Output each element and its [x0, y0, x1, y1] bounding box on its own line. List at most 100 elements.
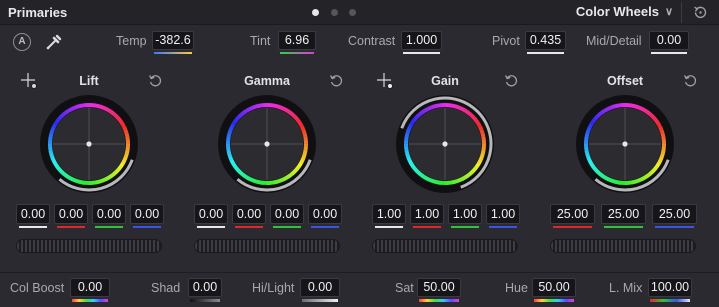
- lift-master-wheel[interactable]: [16, 239, 162, 253]
- wheel-hue-segment: [460, 176, 466, 182]
- wheel-hue-segment: [418, 172, 424, 178]
- wheel-hue-segment: [448, 103, 453, 108]
- lift-g-field[interactable]: 0.00: [92, 204, 126, 228]
- reset-icon[interactable]: [682, 72, 698, 88]
- r-channel-bar: [413, 226, 441, 228]
- wheel-hue-segment: [614, 179, 619, 185]
- wheel-hue-segment: [240, 110, 247, 116]
- reset-icon[interactable]: [147, 72, 163, 88]
- wheel-hue-segment: [120, 159, 127, 165]
- wheel-hue-segment: [457, 105, 463, 111]
- white-balance-picker-icon[interactable]: [44, 32, 64, 52]
- wheel-hue-segment: [584, 133, 590, 138]
- shad-field[interactable]: 0.00: [188, 278, 222, 297]
- wheel-hue-segment: [53, 120, 59, 126]
- gain-g-field[interactable]: 1.00: [448, 204, 482, 228]
- wheel-hue-segment: [276, 178, 282, 184]
- wheel-hue-segment: [302, 150, 308, 155]
- wheel-hue-segment: [256, 179, 261, 185]
- wheel-hue-segment: [49, 153, 55, 159]
- gain-y-field[interactable]: 1.00: [372, 204, 406, 228]
- reset-icon[interactable]: [503, 72, 519, 88]
- wheel-puck[interactable]: [86, 141, 92, 147]
- lift-color-wheel[interactable]: [38, 93, 140, 195]
- wheel-hue-segment: [287, 172, 294, 178]
- hilight-gradient: [302, 299, 338, 302]
- offset-r-field[interactable]: 25.00: [550, 204, 595, 228]
- tint-field[interactable]: 6.96: [278, 31, 316, 50]
- contrast-field[interactable]: 1.000: [401, 31, 442, 50]
- wheel-hue-segment: [589, 120, 595, 126]
- middetail-field[interactable]: 0.00: [649, 31, 689, 50]
- wheel-hue-segment: [454, 178, 460, 184]
- gamma-r-field[interactable]: 0.00: [232, 204, 266, 228]
- wheel-hue-segment: [607, 105, 613, 111]
- g-channel-bar: [95, 226, 123, 228]
- middetail-label: Mid/Detail: [586, 34, 642, 48]
- offset-g-field[interactable]: 25.00: [601, 204, 646, 228]
- panel-title: Primaries: [8, 5, 68, 20]
- wheel-hue-segment: [480, 150, 486, 155]
- wheel-hue-segment: [631, 179, 636, 185]
- hue-field[interactable]: 50.00: [532, 278, 576, 297]
- page-dot-3[interactable]: [349, 9, 356, 16]
- wheel-puck[interactable]: [622, 141, 628, 147]
- wheel-hue-segment: [660, 133, 666, 138]
- auto-balance-button[interactable]: A: [13, 33, 31, 51]
- wheel-hue-segment: [591, 164, 597, 171]
- gamma-b-field[interactable]: 0.00: [308, 204, 342, 228]
- temp-field[interactable]: -382.6: [152, 31, 194, 50]
- colboost-field[interactable]: 0.00: [70, 278, 110, 297]
- wheel-hue-segment: [614, 103, 619, 109]
- mode-dropdown[interactable]: Color Wheels ∨: [576, 4, 673, 19]
- wheel-hue-segment: [651, 115, 657, 121]
- lift-r-field[interactable]: 0.00: [54, 204, 88, 228]
- lmix-field[interactable]: 100.00: [648, 278, 692, 297]
- wheel-puck[interactable]: [264, 141, 270, 147]
- lift-y-field[interactable]: 0.00: [16, 204, 50, 228]
- wheel-hue-segment: [585, 153, 591, 159]
- wheel-hue-segment: [74, 178, 80, 184]
- gain-color-wheel[interactable]: [394, 93, 496, 195]
- lift-b-field[interactable]: 0.00: [130, 204, 164, 228]
- tint-label: Tint: [250, 34, 271, 48]
- wheel-hue-segment: [454, 104, 460, 110]
- wheel-hue-segment: [98, 178, 104, 184]
- gamma-g-field[interactable]: 0.00: [270, 204, 304, 228]
- gamma-y-field[interactable]: 0.00: [194, 204, 228, 228]
- wheel-hue-segment: [407, 123, 414, 129]
- pivot-field[interactable]: 0.435: [525, 31, 566, 50]
- wheel-hue-segment: [404, 133, 410, 138]
- wheel-hue-segment: [463, 174, 469, 180]
- page-dot-1[interactable]: [312, 9, 319, 16]
- page-dot-2[interactable]: [331, 9, 338, 16]
- wheel-hue-segment: [119, 120, 125, 126]
- reset-all-icon[interactable]: [692, 4, 709, 21]
- shad-gradient: [190, 299, 220, 302]
- wheel-hue-segment: [65, 108, 71, 114]
- gain-r-field[interactable]: 1.00: [410, 204, 444, 228]
- gamma-master-wheel[interactable]: [194, 239, 340, 253]
- chevron-down-icon: ∨: [664, 6, 673, 18]
- wheel-hue-segment: [659, 153, 665, 159]
- wheel-hue-segment: [637, 105, 643, 111]
- wheel-hue-segment: [117, 165, 123, 171]
- gamma-color-wheel[interactable]: [216, 93, 318, 195]
- primaries-panel: Primaries Color Wheels ∨ A Temp -382.6 T…: [0, 0, 719, 307]
- hilight-field[interactable]: 0.00: [300, 278, 340, 297]
- wheel-hue-segment: [101, 177, 107, 183]
- offset-color-wheel[interactable]: [574, 93, 676, 195]
- gain-master-wheel[interactable]: [372, 239, 518, 253]
- wheel-hue-segment: [81, 180, 86, 185]
- wheel-hue-segment: [631, 103, 636, 109]
- wheel-hue-segment: [427, 177, 433, 183]
- wheel-hue-segment: [411, 117, 417, 123]
- reset-icon[interactable]: [328, 72, 344, 88]
- offset-b-field[interactable]: 25.00: [652, 204, 697, 228]
- gain-b-field[interactable]: 1.00: [486, 204, 520, 228]
- sat-field[interactable]: 50.00: [417, 278, 461, 297]
- wheel-hue-segment: [604, 106, 610, 112]
- wheel-puck[interactable]: [442, 141, 448, 147]
- wheel-hue-segment: [617, 180, 622, 185]
- offset-master-wheel[interactable]: [550, 239, 696, 253]
